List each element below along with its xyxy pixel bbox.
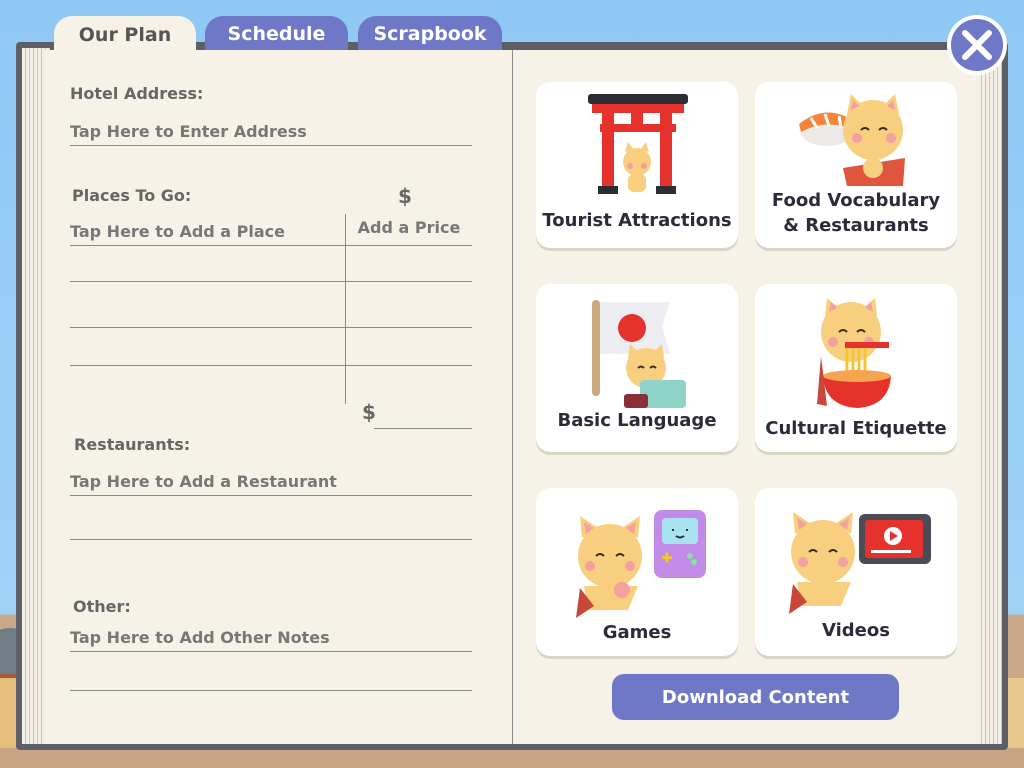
card-cultural-etiquette[interactable]: Cultural Etiquette <box>755 284 957 452</box>
close-icon <box>962 30 992 60</box>
card-videos[interactable]: Videos <box>755 488 957 656</box>
card-label: Tourist Attractions <box>542 210 732 231</box>
card-food-vocabulary[interactable]: Food Vocabulary & Restaurants <box>755 82 957 248</box>
torii-gate-icon <box>588 94 688 194</box>
hotel-address-field[interactable]: Tap Here to Enter Address <box>70 122 472 146</box>
place-row-line <box>70 327 472 328</box>
game-console-icon <box>576 510 706 618</box>
restaurant-field[interactable]: Tap Here to Add a Restaurant <box>70 472 472 496</box>
places-label: Places To Go: <box>72 186 192 205</box>
total-symbol: $ <box>362 400 376 424</box>
card-label: Videos <box>822 620 890 641</box>
japan-flag-icon <box>592 300 686 408</box>
place-field[interactable]: Tap Here to Add a Place <box>70 222 346 246</box>
card-label: Games <box>602 622 672 643</box>
video-player-icon <box>789 512 931 614</box>
ramen-cat-icon <box>817 298 891 408</box>
card-basic-language[interactable]: Basic Language <box>536 284 738 452</box>
card-label: Food Vocabulary & Restaurants <box>771 190 941 236</box>
other-label: Other: <box>73 597 131 616</box>
card-label: Basic Language <box>557 410 717 431</box>
place-row-line <box>70 365 472 366</box>
card-tourist-attractions[interactable]: Tourist Attractions <box>536 82 738 248</box>
price-header-symbol: $ <box>398 184 412 208</box>
other-row-line <box>70 690 472 691</box>
tab-schedule[interactable]: Schedule <box>205 16 348 52</box>
close-button[interactable] <box>947 15 1007 75</box>
other-notes-field[interactable]: Tap Here to Add Other Notes <box>70 628 472 652</box>
total-field[interactable] <box>374 428 472 429</box>
card-label: Cultural Etiquette <box>765 418 947 439</box>
page-edges-right <box>974 48 1002 744</box>
sushi-cat-icon <box>799 94 905 186</box>
plan-page: Hotel Address: Tap Here to Enter Address… <box>44 50 513 744</box>
restaurant-row-line <box>70 539 472 540</box>
download-content-button[interactable]: Download Content <box>612 674 899 720</box>
hotel-label: Hotel Address: <box>70 84 204 103</box>
price-field[interactable]: Add a Price <box>346 218 472 246</box>
price-column-divider <box>345 214 346 404</box>
tab-our-plan[interactable]: Our Plan <box>54 16 196 54</box>
restaurants-label: Restaurants: <box>74 435 191 454</box>
card-games[interactable]: Games <box>536 488 738 656</box>
place-row-line <box>70 281 472 282</box>
tab-scrapbook[interactable]: Scrapbook <box>358 16 502 52</box>
